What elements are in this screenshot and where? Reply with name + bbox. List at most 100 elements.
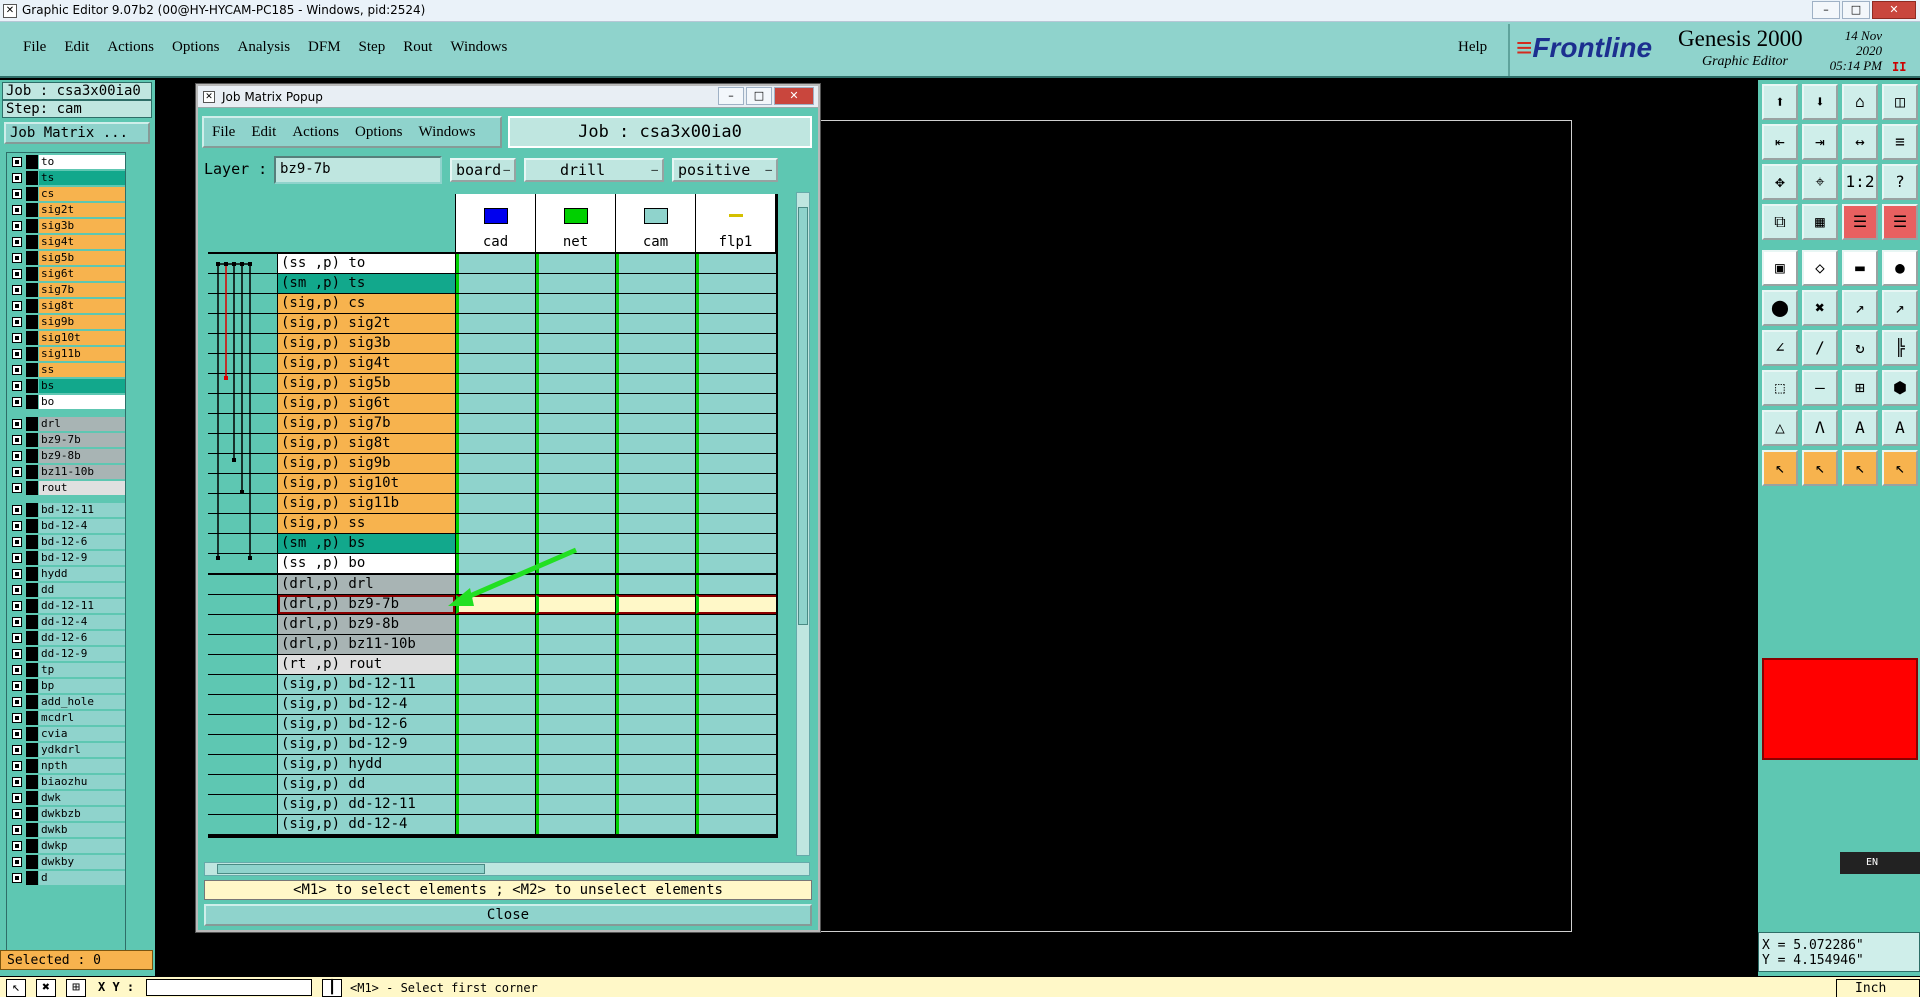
matrix-cell[interactable] bbox=[536, 494, 615, 513]
matrix-cell[interactable] bbox=[536, 514, 615, 533]
menu-rout[interactable]: Rout bbox=[394, 39, 441, 56]
layer-checkbox[interactable] bbox=[12, 301, 22, 311]
tool-button[interactable]: 1:2 bbox=[1842, 164, 1878, 200]
matrix-cell[interactable] bbox=[536, 314, 615, 333]
tool-button[interactable]: ⌂ bbox=[1842, 84, 1878, 120]
tool-button[interactable]: ╠ bbox=[1882, 330, 1918, 366]
matrix-layer-name[interactable]: (sig,p) dd bbox=[278, 775, 455, 794]
matrix-cell[interactable] bbox=[696, 514, 776, 533]
matrix-cell[interactable] bbox=[616, 514, 695, 533]
layer-row[interactable]: sig5b bbox=[9, 251, 125, 266]
matrix-cell[interactable] bbox=[456, 755, 535, 774]
layer-row[interactable]: bp bbox=[9, 679, 125, 694]
layer-row[interactable]: dd-12-11 bbox=[9, 599, 125, 614]
maximize-button[interactable]: □ bbox=[1842, 1, 1870, 19]
matrix-cell[interactable] bbox=[696, 735, 776, 754]
matrix-cell[interactable] bbox=[536, 715, 615, 734]
step-column-cad[interactable]: cad bbox=[456, 194, 535, 252]
layer-row[interactable]: d bbox=[9, 871, 125, 886]
matrix-cell[interactable] bbox=[616, 434, 695, 453]
layer-checkbox[interactable] bbox=[12, 729, 22, 739]
context-dropdown[interactable]: board bbox=[450, 158, 516, 182]
layer-checkbox[interactable] bbox=[12, 505, 22, 515]
matrix-cell[interactable] bbox=[456, 394, 535, 413]
layer-checkbox[interactable] bbox=[12, 873, 22, 883]
matrix-cell[interactable] bbox=[616, 615, 695, 634]
tool-button[interactable]: — bbox=[1802, 370, 1838, 406]
tool-button[interactable]: ↖ bbox=[1842, 450, 1878, 486]
matrix-cell[interactable] bbox=[456, 514, 535, 533]
tool-button[interactable]: ⌖ bbox=[1802, 164, 1838, 200]
layer-checkbox[interactable] bbox=[12, 419, 22, 429]
tool-button[interactable]: ↖ bbox=[1802, 450, 1838, 486]
close-window-button[interactable]: ✕ bbox=[1872, 1, 1916, 19]
tool-button[interactable]: ▬ bbox=[1842, 250, 1878, 286]
layer-row[interactable]: bd-12-4 bbox=[9, 519, 125, 534]
matrix-layer-name[interactable]: (sig,p) cs bbox=[278, 294, 455, 313]
layer-row[interactable]: bz11-10b bbox=[9, 465, 125, 480]
layer-row[interactable]: to bbox=[9, 155, 125, 170]
matrix-cell[interactable] bbox=[696, 775, 776, 794]
layer-checkbox[interactable] bbox=[12, 435, 22, 445]
tool-button[interactable]: ↖ bbox=[1762, 450, 1798, 486]
matrix-cell[interactable] bbox=[536, 354, 615, 373]
matrix-cell[interactable] bbox=[456, 675, 535, 694]
layer-row[interactable]: sig6t bbox=[9, 267, 125, 282]
select-mode-icon[interactable]: ↖ bbox=[6, 979, 26, 997]
matrix-layer-name[interactable]: (sig,p) sig8t bbox=[278, 434, 455, 453]
matrix-cell[interactable] bbox=[696, 334, 776, 353]
row-drill-span[interactable] bbox=[208, 715, 277, 734]
matrix-cell[interactable] bbox=[536, 635, 615, 654]
matrix-layer-name[interactable]: (drl,p) bz11-10b bbox=[278, 635, 455, 654]
matrix-cell[interactable] bbox=[616, 374, 695, 393]
step-column-flp1[interactable]: flp1 bbox=[696, 194, 775, 252]
matrix-cell[interactable] bbox=[456, 635, 535, 654]
tool-button[interactable]: ⇥ bbox=[1802, 124, 1838, 160]
menu-edit[interactable]: Edit bbox=[55, 39, 98, 56]
popup-menu-edit[interactable]: Edit bbox=[243, 124, 284, 141]
layer-checkbox[interactable] bbox=[12, 365, 22, 375]
matrix-cell[interactable] bbox=[696, 354, 776, 373]
layer-checkbox[interactable] bbox=[12, 467, 22, 477]
layer-row[interactable]: ss bbox=[9, 363, 125, 378]
matrix-cell[interactable] bbox=[696, 675, 776, 694]
layer-row[interactable]: dd-12-4 bbox=[9, 615, 125, 630]
matrix-cell[interactable] bbox=[616, 474, 695, 493]
layer-row[interactable]: biaozhu bbox=[9, 775, 125, 790]
matrix-cell[interactable] bbox=[536, 434, 615, 453]
layer-row[interactable]: rout bbox=[9, 481, 125, 496]
matrix-layer-name[interactable]: (rt ,p) rout bbox=[278, 655, 455, 674]
layer-checkbox[interactable] bbox=[12, 285, 22, 295]
matrix-layer-name[interactable]: (sig,p) dd-12-4 bbox=[278, 815, 455, 834]
layer-row[interactable]: sig2t bbox=[9, 203, 125, 218]
layer-checkbox[interactable] bbox=[12, 681, 22, 691]
tool-button[interactable]: ⬢ bbox=[1882, 370, 1918, 406]
layer-row[interactable]: mcdrl bbox=[9, 711, 125, 726]
layer-row[interactable]: tp bbox=[9, 663, 125, 678]
layer-row[interactable]: bd-12-11 bbox=[9, 503, 125, 518]
layer-input[interactable]: bz9-7b bbox=[274, 156, 442, 184]
matrix-layer-name[interactable]: (sig,p) sig7b bbox=[278, 414, 455, 433]
matrix-layer-name[interactable]: (drl,p) bz9-8b bbox=[278, 615, 455, 634]
popup-menu-actions[interactable]: Actions bbox=[284, 124, 347, 141]
tool-button[interactable]: ◫ bbox=[1882, 84, 1918, 120]
matrix-cell[interactable] bbox=[536, 294, 615, 313]
layer-row[interactable]: dd-12-6 bbox=[9, 631, 125, 646]
layer-row[interactable]: bz9-8b bbox=[9, 449, 125, 464]
layer-checkbox[interactable] bbox=[12, 617, 22, 627]
layer-row[interactable]: bz9-7b bbox=[9, 433, 125, 448]
layer-row[interactable]: bo bbox=[9, 395, 125, 410]
matrix-layer-name[interactable]: (drl,p) bz9-7b bbox=[278, 595, 455, 614]
matrix-cell[interactable] bbox=[456, 354, 535, 373]
type-dropdown[interactable]: drill bbox=[524, 158, 664, 182]
matrix-cell[interactable] bbox=[536, 334, 615, 353]
matrix-cell[interactable] bbox=[616, 454, 695, 473]
popup-maximize-button[interactable]: □ bbox=[746, 87, 772, 105]
matrix-cell[interactable] bbox=[696, 815, 776, 834]
layer-row[interactable]: ydkdrl bbox=[9, 743, 125, 758]
matrix-cell[interactable] bbox=[696, 755, 776, 774]
matrix-cell[interactable] bbox=[616, 254, 695, 273]
step-column-net[interactable]: net bbox=[536, 194, 615, 252]
layer-checkbox[interactable] bbox=[12, 189, 22, 199]
layer-checkbox[interactable] bbox=[12, 857, 22, 867]
